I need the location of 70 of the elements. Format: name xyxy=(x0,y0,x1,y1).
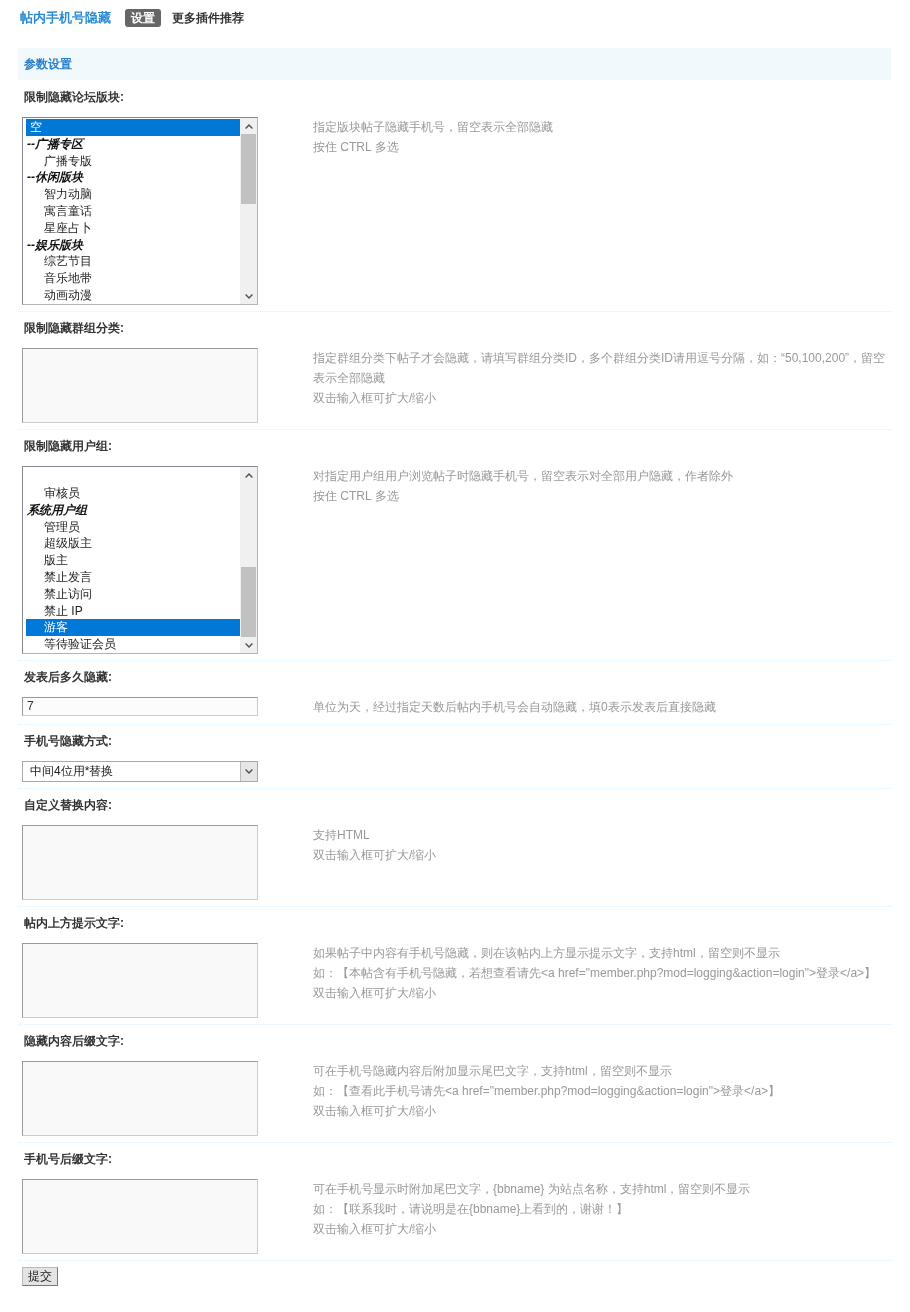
field-label: 手机号后缀文字: xyxy=(23,1151,113,1167)
help-text: 指定群组分类下帖子才会隐藏，请填写群组分类ID，多个群组分类ID请用逗号分隔，如：“50,100,200”，留空表示全部隐藏 xyxy=(313,350,887,387)
list-option[interactable]: 管理员 xyxy=(26,518,240,536)
textarea-field[interactable] xyxy=(22,1179,258,1254)
help-text: 如：【查看此手机号请先<a href="member.php?mod=logging&action=login">登录</a>】 xyxy=(313,1083,782,1100)
field-label: 限制隐藏论坛版块: xyxy=(23,89,125,105)
chevron-up-icon[interactable] xyxy=(244,123,253,129)
list-option[interactable]: 版主 xyxy=(26,552,240,569)
help-text: 双击输入框可扩大/缩小 xyxy=(313,1103,438,1120)
plugin-title: 帖内手机号隐藏 xyxy=(20,8,111,27)
textarea-field[interactable] xyxy=(22,1061,258,1136)
scrollbar[interactable] xyxy=(240,467,257,653)
chevron-down-icon[interactable] xyxy=(244,642,253,648)
multi-select-list[interactable]: 审核员 系统用户组 管理员 超级版主 版主 禁止发言 禁止访问 禁止 IP 游客 等待验证会员 xyxy=(22,466,258,654)
help-text: 如果帖子中内容有手机号隐藏，则在该帖内上方显示提示文字，支持html，留空则不显示 xyxy=(313,945,781,962)
option-group-label: --娱乐版块 xyxy=(26,236,85,254)
field-label: 发表后多久隐藏: xyxy=(23,669,113,685)
help-text: 对指定用户组用户浏览帖子时隐藏手机号，留空表示对全部用户隐藏，作者除外 xyxy=(313,468,734,485)
field-label: 帖内上方提示文字: xyxy=(23,915,125,931)
textarea-field[interactable] xyxy=(22,348,258,423)
help-text: 按住 CTRL 多选 xyxy=(313,139,400,156)
list-option[interactable]: 星座占卜 xyxy=(26,219,240,237)
list-option[interactable]: 广播专版 xyxy=(26,152,240,170)
help-text: 如：【联系我时，请说明是在{bbname}上看到的，谢谢！】 xyxy=(313,1201,630,1218)
scrollbar-thumb[interactable] xyxy=(241,134,256,204)
field-label: 隐藏内容后缀文字: xyxy=(23,1033,125,1049)
multi-select-list[interactable]: 空 --广播专区 广播专版 --休闲版块 智力动脑 寓言童话 星座占卜 --娱乐版块 综艺节目 音乐地带 动画动漫 xyxy=(22,117,258,305)
chevron-up-icon[interactable] xyxy=(244,472,253,478)
chevron-down-icon[interactable] xyxy=(244,293,253,299)
list-option[interactable]: 禁止发言 xyxy=(26,569,240,586)
help-text: 可在手机号隐藏内容后附加显示尾巴文字，支持html，留空则不显示 xyxy=(313,1063,673,1080)
help-text: 双击输入框可扩大/缩小 xyxy=(313,985,438,1002)
list-option[interactable]: 游客 xyxy=(26,619,240,637)
list-option[interactable]: 超级版主 xyxy=(26,535,240,553)
field-label: 限制隐藏用户组: xyxy=(23,438,113,454)
list-option[interactable]: 空 xyxy=(26,119,240,136)
textarea-field[interactable] xyxy=(22,825,258,900)
list-option[interactable]: 等待验证会员 xyxy=(26,636,240,653)
list-option[interactable]: 禁止访问 xyxy=(26,585,240,603)
option-group-label: --休闲版块 xyxy=(26,169,85,187)
field-label: 自定义替换内容: xyxy=(23,797,113,813)
field-label: 限制隐藏群组分类: xyxy=(23,320,125,336)
help-text: 双击输入框可扩大/缩小 xyxy=(313,390,438,407)
list-option[interactable]: 禁止 IP xyxy=(26,602,240,620)
help-text: 如：【本帖含有手机号隐藏，若想查看请先<a href="member.php?mod=logging&action=login">登录</a>】 xyxy=(313,965,878,982)
tab[interactable]: 更多插件推荐 xyxy=(166,8,250,27)
help-text: 指定版块帖子隐藏手机号，留空表示全部隐藏 xyxy=(313,119,554,136)
list-option[interactable]: 智力动脑 xyxy=(26,186,240,203)
dropdown-select[interactable]: 中间4位用*替换 xyxy=(22,761,258,782)
list-option[interactable]: 动画动漫 xyxy=(26,286,240,304)
help-text: 按住 CTRL 多选 xyxy=(313,488,400,505)
section-header: 参数设置 xyxy=(18,48,891,80)
list-option[interactable]: 审核员 xyxy=(26,485,240,502)
option-group-label: 系统用户组 xyxy=(26,501,89,519)
option-group-label: --广播专区 xyxy=(26,135,86,153)
list-option[interactable]: 音乐地带 xyxy=(26,270,240,287)
help-text: 双击输入框可扩大/缩小 xyxy=(313,847,438,864)
list-option[interactable]: 寓言童话 xyxy=(26,203,240,220)
help-text: 可在手机号显示时附加尾巴文字，{bbname} 为站点名称，支持html，留空则不显示 xyxy=(313,1181,752,1198)
help-text: 双击输入框可扩大/缩小 xyxy=(313,1221,438,1238)
textarea-field[interactable] xyxy=(22,943,258,1018)
field-label: 手机号隐藏方式: xyxy=(23,733,113,749)
help-text: 支持HTML xyxy=(313,827,371,844)
scrollbar-thumb[interactable] xyxy=(241,567,256,637)
tab[interactable]: 设置 xyxy=(125,8,161,27)
help-text: 单位为天，经过指定天数后帖内手机号会自动隐藏，填0表示发表后直接隐藏 xyxy=(313,699,717,716)
list-option[interactable]: 综艺节目 xyxy=(26,253,240,271)
submit-button[interactable]: 提交 xyxy=(22,1267,58,1286)
text-input[interactable]: 7 xyxy=(22,697,258,716)
scrollbar[interactable] xyxy=(240,118,257,304)
